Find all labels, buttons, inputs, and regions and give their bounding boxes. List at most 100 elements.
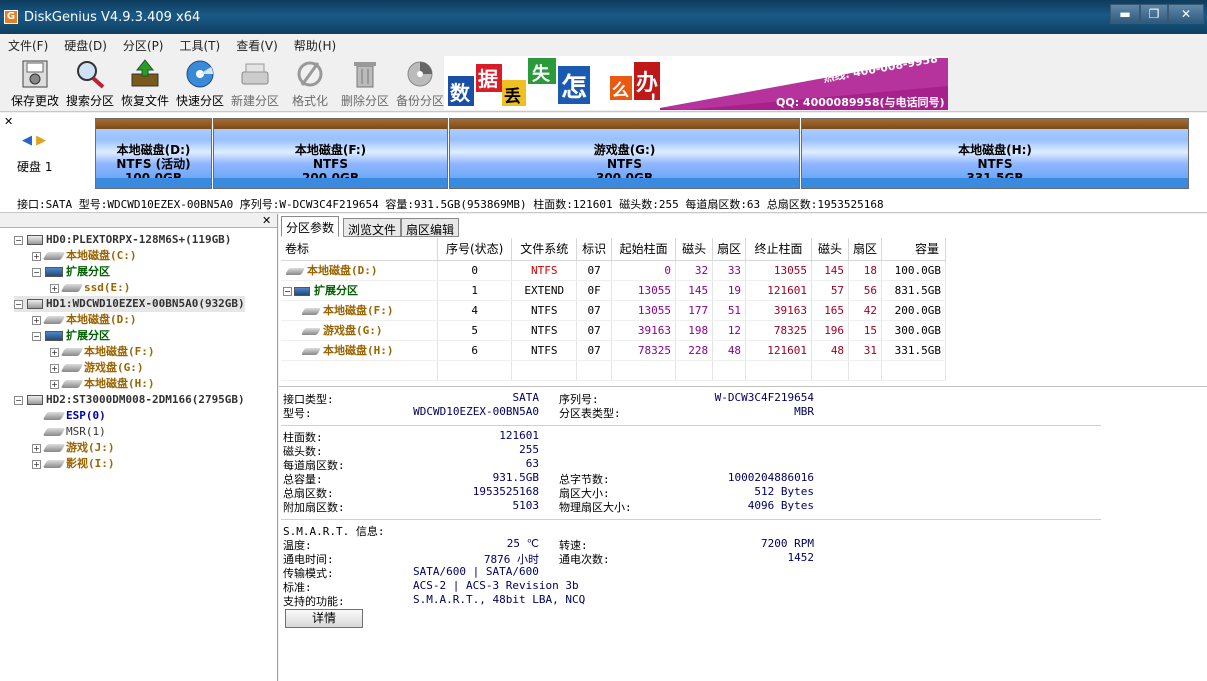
close-tree-icon[interactable]: ✕ xyxy=(262,214,271,227)
tree-extended-node[interactable]: − 扩展分区 xyxy=(32,328,110,344)
col-end-head[interactable]: 磁头 xyxy=(811,238,850,261)
cell-fs: NTFS xyxy=(511,300,578,321)
table-row[interactable]: 本地磁盘(D:) 0 NTFS 07 0 32 33 13055 145 18 100.0GB xyxy=(281,260,946,281)
tree-volume-node[interactable]: + ssd(E:) xyxy=(50,280,130,296)
standard-value: ACS-2 | ACS-3 Revision 3b xyxy=(413,579,579,592)
col-end-cyl[interactable]: 终止柱面 xyxy=(745,238,812,261)
tree-volume-node[interactable]: + 本地磁盘(D:) xyxy=(32,312,137,328)
disk-info-line: 接口:SATA 型号:WDCWD10EZEX-00BN5A0 序列号:W-DCW… xyxy=(0,193,1207,213)
tree-volume-node[interactable]: + 游戏盘(G:) xyxy=(50,360,144,376)
col-start-head[interactable]: 磁头 xyxy=(675,238,714,261)
tree-node-label: 扩展分区 xyxy=(66,329,110,342)
col-start-cyl[interactable]: 起始柱面 xyxy=(611,238,677,261)
recover-files-icon xyxy=(131,59,159,87)
tree-node-label: 本地磁盘(D:) xyxy=(66,313,137,326)
expand-icon[interactable]: + xyxy=(32,459,41,469)
tree-node-label: MSR(1) xyxy=(66,425,106,438)
tree-node-label: ssd(E:) xyxy=(84,281,131,294)
menu-tools[interactable]: 工具(T) xyxy=(172,34,229,54)
backup-partition-button[interactable]: 备份分区 xyxy=(393,56,447,110)
new-partition-icon xyxy=(241,63,269,85)
col-index[interactable]: 序号(状态) xyxy=(437,238,513,261)
volume-icon xyxy=(42,412,66,420)
expand-icon[interactable]: + xyxy=(50,347,59,357)
tree-volume-node[interactable]: + 影视(I:) xyxy=(32,456,115,472)
save-button[interactable]: 保存更改 xyxy=(8,56,62,110)
collapse-icon[interactable]: − xyxy=(32,267,41,277)
collapse-icon[interactable]: − xyxy=(14,235,23,245)
tree-volume-node[interactable]: + 游戏(J:) xyxy=(32,440,115,456)
partition-block-d[interactable]: 本地磁盘(D:) NTFS (活动) 100.0GB xyxy=(95,118,212,189)
delete-partition-icon xyxy=(354,62,376,88)
banner-char: 数 xyxy=(450,81,471,105)
new-partition-button[interactable]: 新建分区 xyxy=(228,56,282,110)
model-value: WDCWD10EZEX-00BN5A0 xyxy=(413,405,539,418)
col-capacity[interactable]: 容量 xyxy=(881,238,946,261)
table-row[interactable]: 本地磁盘(F:) 4 NTFS 07 13055 177 51 39163 165 42 200.0… xyxy=(281,300,946,321)
minimize-button[interactable]: ▬ xyxy=(1110,4,1140,24)
close-button[interactable]: ✕ xyxy=(1168,4,1204,24)
format-button[interactable]: 格式化 xyxy=(283,56,337,110)
menu-file[interactable]: 文件(F) xyxy=(0,34,56,54)
next-disk-icon[interactable]: ▶ xyxy=(36,133,46,148)
tree-volume-node[interactable]: + 本地磁盘(F:) xyxy=(50,344,155,360)
expand-icon[interactable]: + xyxy=(32,251,41,261)
tree-extended-node[interactable]: − 扩展分区 xyxy=(32,264,110,280)
prev-disk-icon[interactable]: ◀ xyxy=(22,133,32,148)
menu-view[interactable]: 查看(V) xyxy=(228,34,286,54)
maximize-button[interactable]: ❐ xyxy=(1140,4,1168,24)
tab-browse-files[interactable]: 浏览文件 xyxy=(343,218,402,237)
search-partition-button[interactable]: 搜索分区 xyxy=(63,56,117,110)
col-id[interactable]: 标识 xyxy=(576,238,613,261)
partition-name: 本地磁盘(H:) xyxy=(958,143,1032,157)
banner-char: 怎 xyxy=(561,72,587,103)
tree-volume-node[interactable]: + 本地磁盘(C:) xyxy=(32,248,137,264)
table-row[interactable]: 本地磁盘(H:) 6 NTFS 07 78325 228 48 121601 48 31 331.5… xyxy=(281,340,946,361)
recover-files-button[interactable]: 恢复文件 xyxy=(118,56,172,110)
menu-partition[interactable]: 分区(P) xyxy=(115,34,172,54)
tree-disk-node[interactable]: − HD0:PLEXTORPX-128M6S+(119GB) xyxy=(14,232,231,248)
col-volume[interactable]: 卷标 xyxy=(281,238,439,261)
tree-volume-node[interactable]: ESP(0) xyxy=(32,408,106,424)
tab-sector-edit[interactable]: 扇区编辑 xyxy=(401,218,460,237)
col-end-sector[interactable]: 扇区 xyxy=(848,238,883,261)
collapse-icon[interactable]: − xyxy=(283,286,292,296)
partition-block-f[interactable]: 本地磁盘(F:) NTFS 200.0GB xyxy=(213,118,448,189)
format-icon xyxy=(297,61,323,87)
collapse-icon[interactable]: − xyxy=(14,299,23,309)
expand-icon[interactable]: + xyxy=(50,363,59,373)
table-row[interactable]: 游戏盘(G:) 5 NTFS 07 39163 198 12 78325 196 15 300.0G… xyxy=(281,320,946,341)
cell-index: 6 xyxy=(437,340,513,361)
partition-block-g[interactable]: 游戏盘(G:) NTFS 300.0GB xyxy=(449,118,800,189)
total-sectors-value: 1953525168 xyxy=(472,485,539,498)
details-button[interactable]: 详情 xyxy=(285,609,363,628)
tree-disk-node[interactable]: − HD1:WDCWD10EZEX-00BN5A0(932GB) xyxy=(14,296,245,312)
col-fs[interactable]: 文件系统 xyxy=(511,238,578,261)
table-row[interactable]: − 扩展分区 1 EXTEND 0F 13055 145 19 121601 57 56 831.5G… xyxy=(281,280,946,301)
tree-volume-node[interactable]: + 本地磁盘(H:) xyxy=(50,376,155,392)
expand-icon[interactable]: + xyxy=(32,315,41,325)
expand-icon[interactable]: + xyxy=(50,283,59,293)
menu-disk[interactable]: 硬盘(D) xyxy=(56,34,115,54)
cell-capacity: 300.0GB xyxy=(881,320,946,341)
expand-icon[interactable]: + xyxy=(32,443,41,453)
tree-volume-node[interactable]: MSR(1) xyxy=(32,424,106,440)
partition-block-h[interactable]: 本地磁盘(H:) NTFS 331.5GB xyxy=(801,118,1189,189)
volume-icon xyxy=(300,327,322,335)
tree-disk-node[interactable]: − HD2:ST3000DM008-2DM166(2795GB) xyxy=(14,392,245,408)
volume-icon xyxy=(300,347,322,355)
quick-partition-button[interactable]: 快速分区 xyxy=(173,56,227,110)
partition-table: 卷标 序号(状态) 文件系统 标识 起始柱面 磁头 扇区 终止柱面 磁头 扇区 … xyxy=(281,238,946,381)
col-start-sector[interactable]: 扇区 xyxy=(712,238,747,261)
partition-fs: NTFS xyxy=(606,157,643,171)
tab-partition-params[interactable]: 分区参数 xyxy=(281,216,340,237)
delete-partition-button[interactable]: 删除分区 xyxy=(338,56,392,110)
menu-help[interactable]: 帮助(H) xyxy=(286,34,344,54)
cell-volume: 本地磁盘(H:) xyxy=(281,340,439,361)
ad-banner[interactable]: 数 据 丢 失 怎 么 办 ! DiskGenius团队为您服务 热线: 400… xyxy=(444,56,948,110)
expand-icon[interactable]: + xyxy=(50,379,59,389)
collapse-icon[interactable]: − xyxy=(32,331,41,341)
cell-start-sector: 48 xyxy=(712,340,747,361)
close-pane-icon[interactable]: ✕ xyxy=(4,115,13,128)
collapse-icon[interactable]: − xyxy=(14,395,23,405)
